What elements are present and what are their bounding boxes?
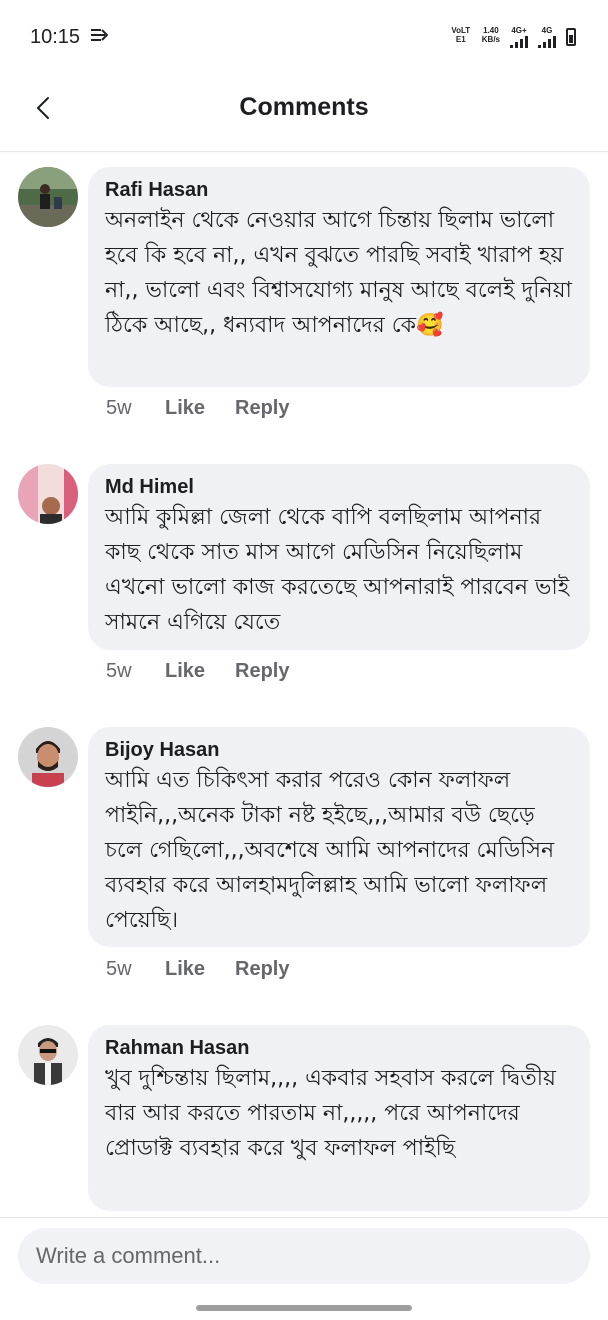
reply-button[interactable]: Reply bbox=[235, 660, 289, 683]
comment-actions: 5w Like Reply bbox=[106, 397, 289, 420]
status-time: 10:15 bbox=[30, 26, 81, 48]
signal-1: 4G+ bbox=[510, 26, 528, 48]
comment-actions: 5w Like Reply bbox=[106, 958, 289, 981]
like-button[interactable]: Like bbox=[165, 958, 235, 981]
status-bar: 10:15 VoLTE1 1.40 KB/s 4G+ 4G bbox=[0, 0, 608, 76]
comment-composer bbox=[0, 1217, 608, 1320]
notification-icon bbox=[90, 28, 109, 47]
status-right-icons: VoLTE1 1.40 KB/s 4G+ 4G bbox=[450, 26, 576, 48]
avatar[interactable] bbox=[18, 727, 78, 787]
comment-text: আমি এত চিকিৎসা করার পরেও কোন ফলাফল পাইনি… bbox=[105, 768, 555, 933]
avatar[interactable] bbox=[18, 464, 78, 524]
page-title: Comments bbox=[239, 93, 369, 121]
comment-text: অনলাইন থেকে নেওয়ার আগে চিন্তায় ছিলাম ভ… bbox=[105, 208, 572, 338]
comment-actions: 5w Like Reply bbox=[106, 660, 289, 683]
signal-1-label: 4G+ bbox=[511, 26, 527, 35]
avatar[interactable] bbox=[18, 167, 78, 227]
signal-1-bars-icon bbox=[510, 36, 528, 48]
comment-input[interactable] bbox=[18, 1228, 590, 1284]
like-button[interactable]: Like bbox=[165, 397, 235, 420]
network-speed-value: 1.40 bbox=[483, 26, 499, 35]
network-speed-unit: KB/s bbox=[481, 35, 500, 44]
gesture-home-bar[interactable] bbox=[196, 1305, 412, 1311]
comment-text: আমি কুমিল্লা জেলা থেকে বাপি বলছিলাম আপনা… bbox=[105, 505, 570, 635]
comment-age[interactable]: 5w bbox=[106, 397, 165, 420]
reply-button[interactable]: Reply bbox=[235, 397, 289, 420]
comments-screen: 10:15 VoLTE1 1.40 KB/s 4G+ 4G Comments R… bbox=[0, 0, 608, 1320]
comment-bubble: Rafi Hasan অনলাইন থেকে নেওয়ার আগে চিন্ত… bbox=[88, 167, 590, 387]
comment-bubble: Rahman Hasan খুব দুশ্চিন্তায় ছিলাম,,,, … bbox=[88, 1025, 590, 1211]
comment-age[interactable]: 5w bbox=[106, 958, 165, 981]
volte-indicator: VoLTE1 bbox=[451, 26, 471, 44]
app-header: Comments bbox=[0, 76, 608, 152]
like-button[interactable]: Like bbox=[165, 660, 235, 683]
comment-author[interactable]: Rahman Hasan bbox=[105, 1035, 572, 1061]
battery-icon bbox=[566, 28, 576, 46]
signal-2-bars-icon bbox=[538, 36, 556, 48]
signal-2: 4G bbox=[538, 26, 556, 48]
comment-author[interactable]: Rafi Hasan bbox=[105, 177, 572, 203]
network-speed: 1.40 KB/s bbox=[482, 26, 500, 44]
comment-bubble: Bijoy Hasan আমি এত চিকিৎসা করার পরেও কোন… bbox=[88, 727, 590, 947]
comment-author[interactable]: Bijoy Hasan bbox=[105, 737, 572, 763]
reply-button[interactable]: Reply bbox=[235, 958, 289, 981]
comment-author[interactable]: Md Himel bbox=[105, 474, 572, 500]
comment-age[interactable]: 5w bbox=[106, 660, 165, 683]
comment-bubble: Md Himel আমি কুমিল্লা জেলা থেকে বাপি বলছ… bbox=[88, 464, 590, 650]
signal-2-label: 4G bbox=[541, 26, 553, 35]
avatar[interactable] bbox=[18, 1025, 78, 1085]
comment-text: খুব দুশ্চিন্তায় ছিলাম,,,, একবার সহবাস ক… bbox=[105, 1066, 556, 1161]
